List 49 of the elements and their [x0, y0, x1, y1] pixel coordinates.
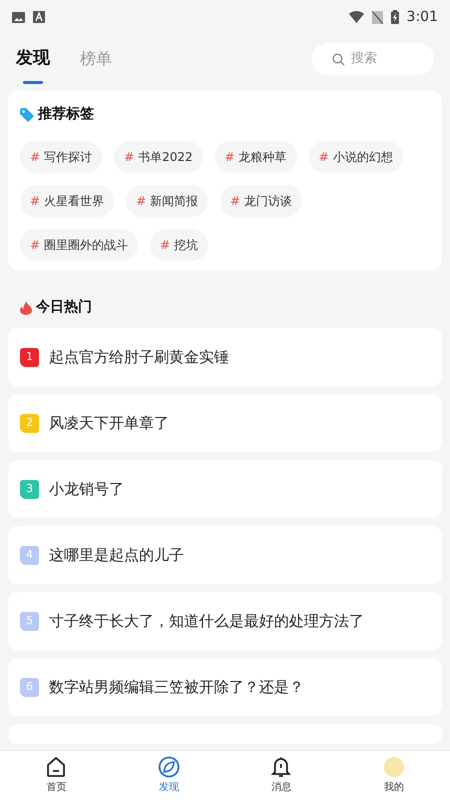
tag-chip[interactable]: # 写作探讨: [20, 141, 102, 173]
tag-chip[interactable]: # 小说的幻想: [308, 141, 403, 173]
topic-title: 这哪里是起点的儿子: [49, 544, 184, 566]
hot-topic-row[interactable]: 6 数字站男频编辑三笠被开除了？还是？: [8, 658, 442, 716]
search-field[interactable]: 搜索: [349, 48, 419, 70]
hot-topic-row[interactable]: 2 风凌天下开单章了: [8, 394, 442, 452]
compass-icon: [158, 756, 180, 778]
hot-topic-row[interactable]: 5 寸子终于长大了，知道什么是最好的处理方法了: [8, 592, 442, 650]
rank-badge: 3: [20, 480, 39, 498]
topic-title: 寸子终于长大了，知道什么是最好的处理方法了: [49, 610, 364, 632]
tag-chip[interactable]: # 龙粮种草: [214, 141, 297, 173]
nav-tab[interactable]: 发现: [112, 751, 225, 800]
tag-chip[interactable]: # 书单2022: [114, 141, 203, 173]
topic-title: 风凌天下开单章了: [49, 412, 169, 434]
nav-tab[interactable]: 消息: [225, 751, 338, 800]
rank-badge: 4: [20, 546, 39, 564]
tag-chip[interactable]: # 火星看世界: [20, 185, 114, 217]
wifi-icon: [348, 11, 364, 23]
tag-chip[interactable]: # 新闻简报: [126, 185, 208, 217]
topic-title: 数字站男频编辑三笠被开除了？还是？: [49, 676, 304, 698]
rank-badge: 5: [20, 612, 39, 630]
rank-badge: 2: [20, 414, 39, 432]
hot-topic-row[interactable]: 1 起点官方给肘子刷黄金实锤: [8, 328, 442, 386]
tag-chip[interactable]: # 挖坑: [150, 229, 208, 261]
search-bar[interactable]: 搜索: [312, 43, 434, 75]
battery-icon: [390, 10, 399, 24]
section-title: 推荐标签: [38, 105, 94, 124]
search-icon: [332, 52, 345, 66]
home-icon: [45, 756, 68, 778]
topic-title: 小龙销号了: [49, 478, 124, 500]
flame-icon: [20, 300, 32, 314]
hot-topic-row[interactable]: 4 这哪里是起点的儿子: [8, 526, 442, 584]
section-title: 今日热门: [36, 298, 92, 317]
tag-icon: [20, 108, 34, 122]
topic-title: 起点官方给肘子刷黄金实锤: [49, 346, 229, 368]
hot-topic-row[interactable]: 3 小龙销号了: [8, 460, 442, 518]
font-icon: [33, 11, 45, 23]
status-time: 3:01: [406, 8, 438, 26]
rank-badge: 6: [20, 678, 39, 696]
bell-icon: [270, 756, 292, 778]
rank-badge: 1: [20, 348, 39, 366]
no-sim-icon: [372, 10, 383, 24]
tag-chip[interactable]: # 龙门访谈: [220, 185, 302, 217]
tag-chip[interactable]: # 圈里圈外的战斗: [20, 229, 138, 261]
nav-tab[interactable]: 首页: [0, 751, 112, 800]
gallery-icon: [12, 12, 25, 22]
nav-tab[interactable]: 我的: [338, 751, 450, 800]
avatar-icon: [382, 756, 405, 778]
tab[interactable]: 发现: [16, 34, 50, 84]
